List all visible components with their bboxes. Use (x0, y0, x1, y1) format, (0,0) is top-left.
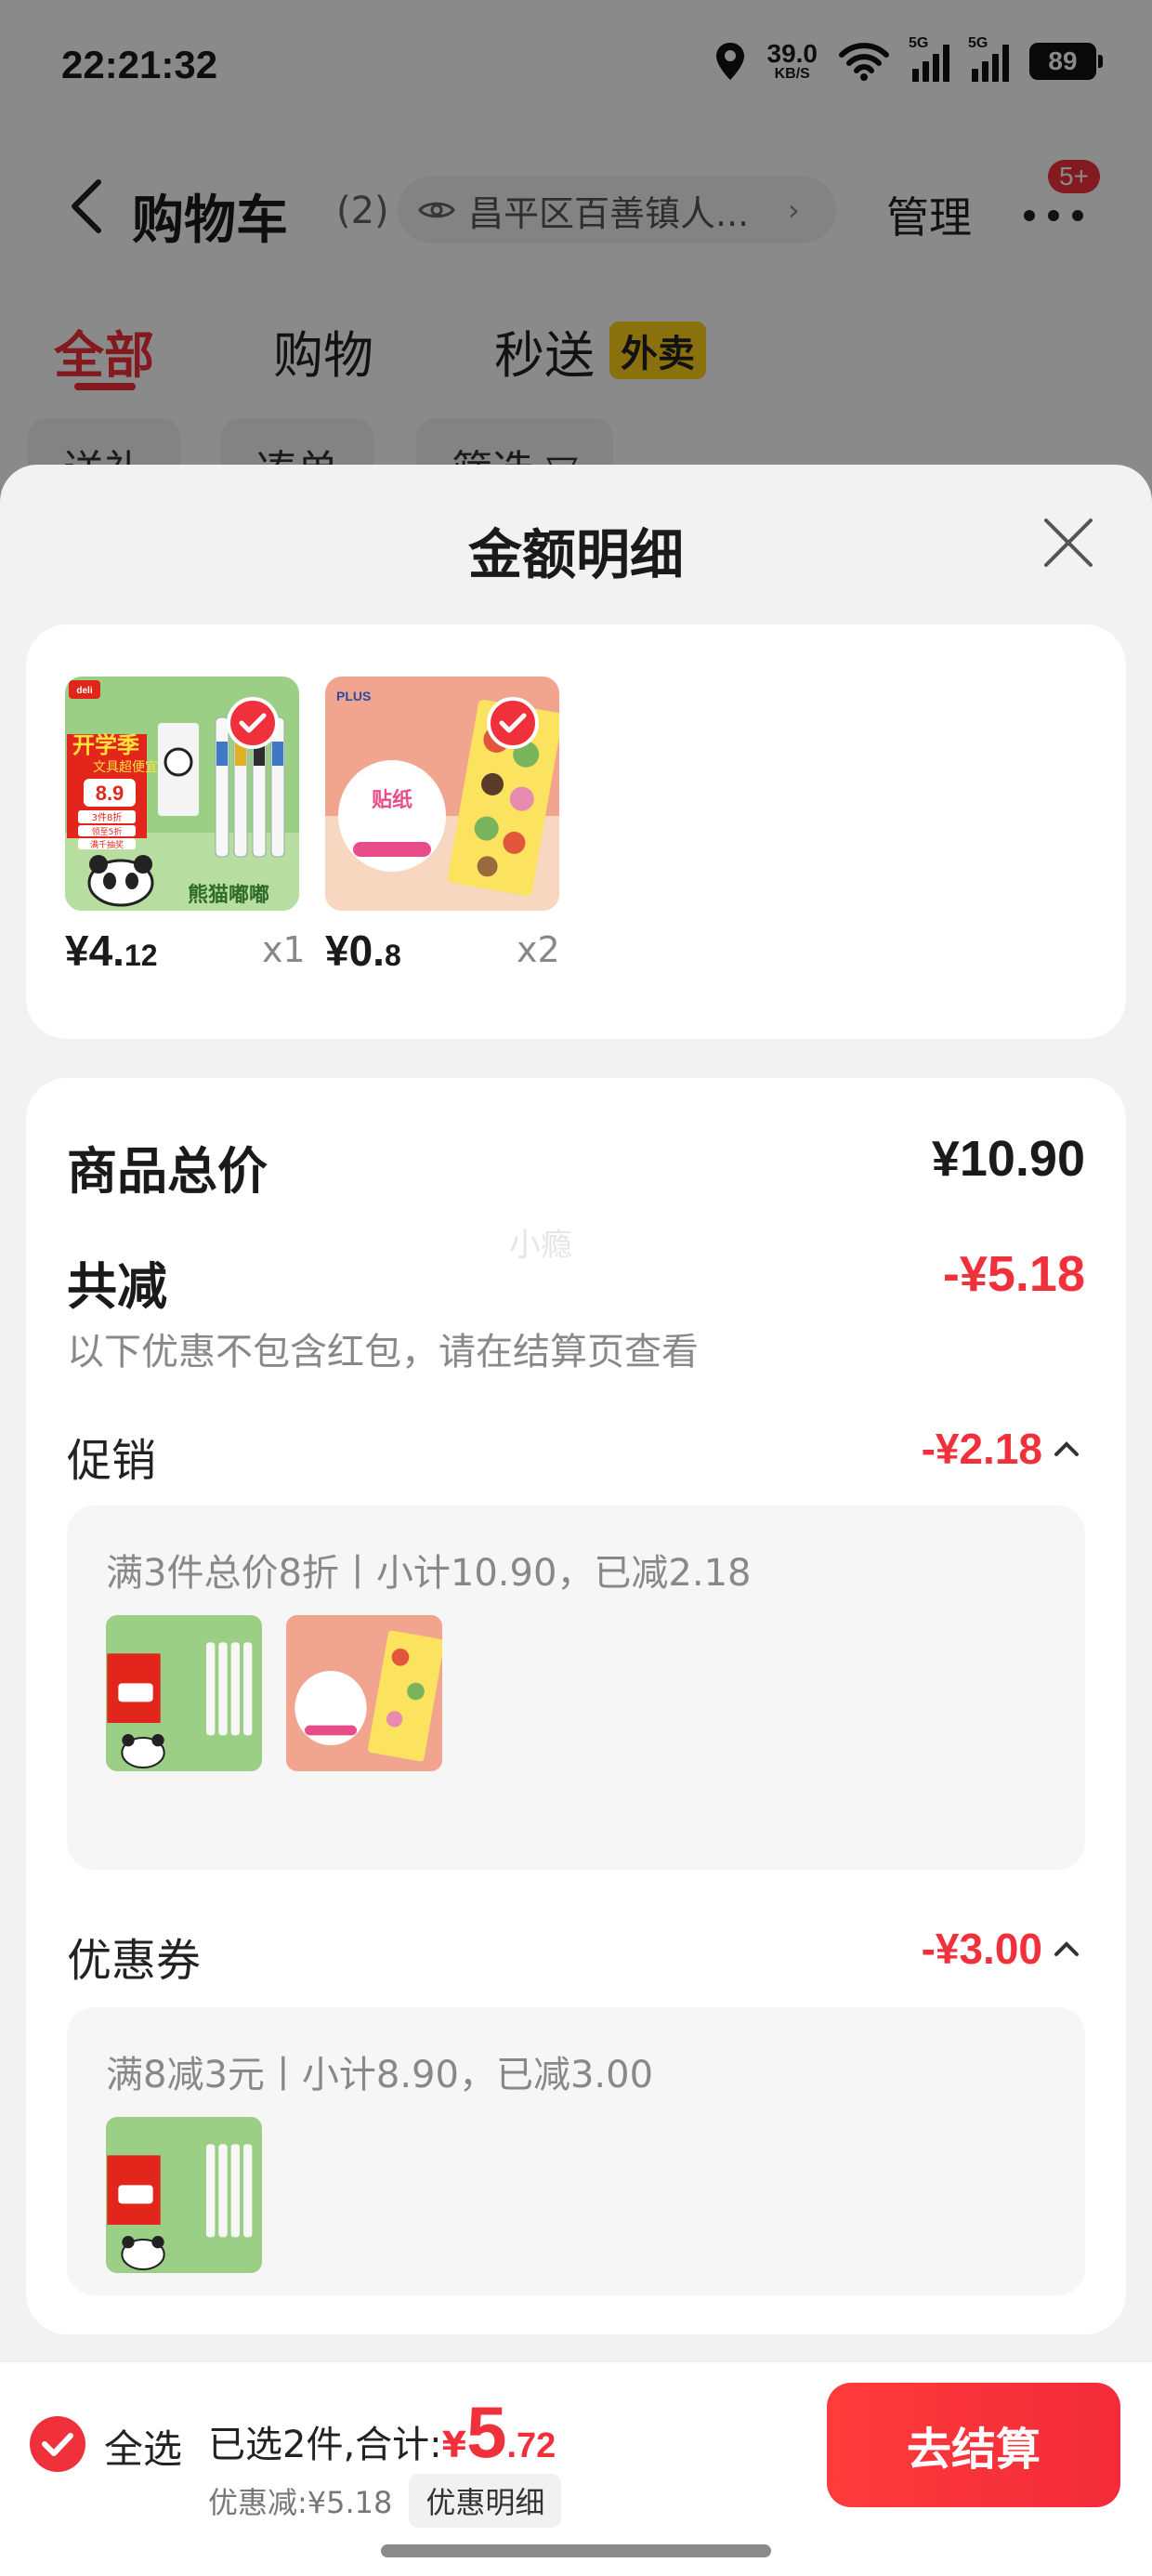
sheet-title: 金额明细 (467, 523, 684, 586)
total-currency: ¥ (441, 2425, 467, 2465)
promo-tag-3: 满千抽奖 (90, 839, 124, 850)
close-icon[interactable] (1042, 517, 1094, 569)
item-price-2-int: ¥0. (325, 927, 385, 975)
coupon-value: -¥3.00 (921, 1925, 1042, 1973)
brand-logo: deli (76, 686, 92, 696)
discount-note: 以下优惠不包含红包，请在结算页查看 (67, 1331, 699, 1373)
total-reduction-label: 共减 (67, 1257, 167, 1316)
item-price-1-dec: 12 (124, 939, 158, 972)
promotion-label: 促销 (67, 1435, 157, 1487)
promo-tag-1: 3件8折 (92, 811, 123, 823)
promotion-value-toggle[interactable]: -¥2.18 (922, 1424, 1080, 1474)
coupon-detail-box: 满8减3元丨小计8.90，已减3.00 (67, 2007, 1085, 2295)
sticker-thumb-art (286, 1615, 442, 1771)
checkmark-icon (499, 713, 527, 733)
total-price-value: ¥10.90 (931, 1131, 1085, 1187)
promotion-value: -¥2.18 (921, 1425, 1042, 1473)
item-price-2: ¥0.8 (325, 926, 401, 976)
item-check-2[interactable] (487, 697, 539, 749)
item-price-1: ¥4.12 (65, 926, 158, 976)
total-reduction-value: -¥5.18 (942, 1246, 1085, 1302)
selected-items-card: deli 开学季 文具超便宜 8.9 3件8折 领至5折 满千抽奖 熊猫嘟嘟 ¥… (26, 624, 1126, 1039)
checkmark-icon (42, 2433, 73, 2456)
home-indicator[interactable] (381, 2544, 771, 2557)
item-check-1[interactable] (227, 697, 279, 749)
watermark: 小瘾 (509, 1227, 572, 1264)
coupon-detail-text: 满8减3元丨小计8.90，已减3.00 (106, 2054, 654, 2096)
checkmark-icon (239, 713, 267, 733)
select-all-checkbox[interactable] (30, 2416, 85, 2472)
promo-title: 开学季 (72, 732, 139, 758)
checkout-button[interactable]: 去结算 (827, 2383, 1120, 2507)
promotion-detail-box: 满3件总价8折丨小计10.90，已减2.18 (67, 1505, 1085, 1870)
total-integer: 5 (466, 2391, 507, 2473)
promotion-detail-text: 满3件总价8折丨小计10.90，已减2.18 (106, 1552, 752, 1595)
chevron-up-icon (1054, 1441, 1079, 1456)
item-price-2-dec: 8 (384, 939, 401, 972)
total-price-label: 商品总价 (67, 1142, 268, 1201)
total-amount: 已选2件,合计: ¥ 5 .72 (208, 2390, 556, 2475)
total-decimal: .72 (506, 2426, 556, 2465)
amount-detail-sheet: 金额明细 deli 开学季 文具超便宜 8.9 3件8折 领至5折 满千抽奖 熊… (0, 465, 1152, 2576)
select-all-label[interactable]: 全选 (104, 2418, 182, 2475)
product-banner-text: 熊猫嘟嘟 (188, 883, 269, 907)
product-image-pen[interactable]: deli 开学季 文具超便宜 8.9 3件8折 领至5折 满千抽奖 熊猫嘟嘟 (65, 677, 299, 911)
pen-thumb-art-2 (106, 2117, 262, 2273)
pen-thumb-art (106, 1615, 262, 1771)
discount-amount: 优惠减:¥5.18 (208, 2485, 393, 2520)
discount-detail-button[interactable]: 优惠明细 (409, 2474, 562, 2528)
sticker-label: 贴纸 (372, 788, 412, 812)
promo-price: 8.9 (96, 782, 124, 805)
product-image-sticker[interactable]: PLUS 贴纸 (325, 677, 559, 911)
item-qty-2: x2 (517, 929, 560, 970)
promo-tag-2: 领至5折 (92, 826, 123, 837)
coupon-value-toggle[interactable]: -¥3.00 (922, 1924, 1080, 1974)
plus-logo: PLUS (336, 689, 371, 703)
price-summary-card: 商品总价 ¥10.90 小瘾 共减 -¥5.18 以下优惠不包含红包，请在结算页… (26, 1078, 1126, 2334)
promotion-item-pen (106, 1615, 262, 1771)
item-price-1-int: ¥4. (65, 927, 124, 975)
chevron-up-icon (1054, 1941, 1079, 1956)
item-qty-1: x1 (262, 929, 306, 970)
coupon-label: 优惠券 (67, 1935, 202, 1987)
promotion-item-sticker (286, 1615, 442, 1771)
total-prefix: 已选2件,合计: (208, 2424, 442, 2466)
discount-line: 优惠减:¥5.18 优惠明细 (208, 2474, 562, 2528)
coupon-item-pen (106, 2117, 262, 2273)
promo-subtitle: 文具超便宜 (93, 760, 158, 775)
